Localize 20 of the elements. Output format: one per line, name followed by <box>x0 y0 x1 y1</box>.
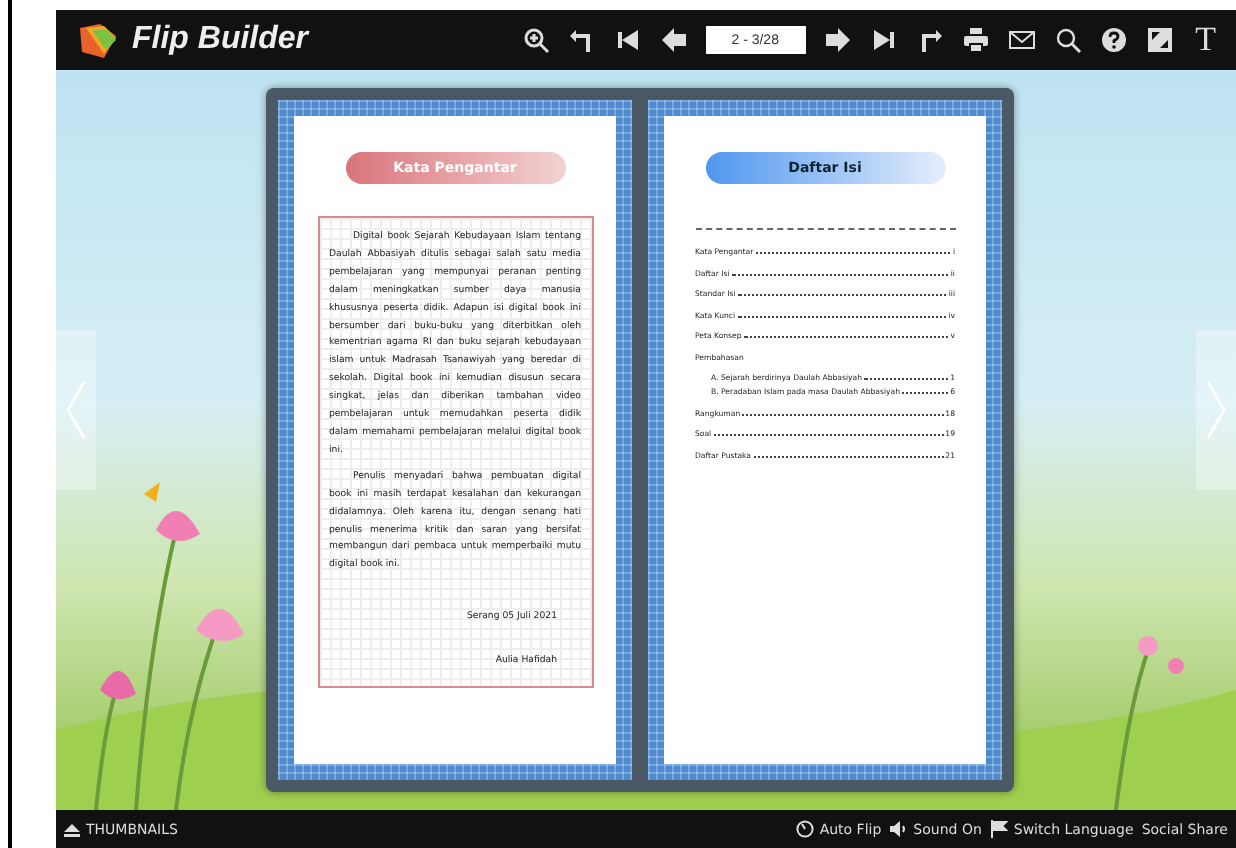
first-page-icon[interactable] <box>613 26 642 54</box>
speaker-icon <box>889 820 908 838</box>
help-icon[interactable] <box>1099 26 1128 54</box>
next-arrow-icon[interactable] <box>823 26 852 54</box>
text-button[interactable]: T <box>1195 20 1216 60</box>
eject-icon <box>64 821 80 837</box>
previous-arrow-icon[interactable] <box>659 26 688 54</box>
brand-name: Flip Builder <box>132 22 308 58</box>
fullscreen-icon[interactable] <box>1145 26 1174 54</box>
print-icon[interactable] <box>961 26 990 54</box>
zoom-in-icon[interactable] <box>521 26 550 54</box>
last-page-icon[interactable] <box>869 26 898 54</box>
book-page[interactable] <box>648 100 1002 780</box>
flag-icon <box>989 820 1008 838</box>
folder-logo-icon <box>76 20 120 60</box>
mail-icon[interactable] <box>1007 26 1036 54</box>
search-icon[interactable] <box>1053 26 1082 54</box>
clock-icon <box>795 820 814 838</box>
return-arrow-icon[interactable] <box>567 26 596 54</box>
book-page[interactable] <box>278 100 632 780</box>
